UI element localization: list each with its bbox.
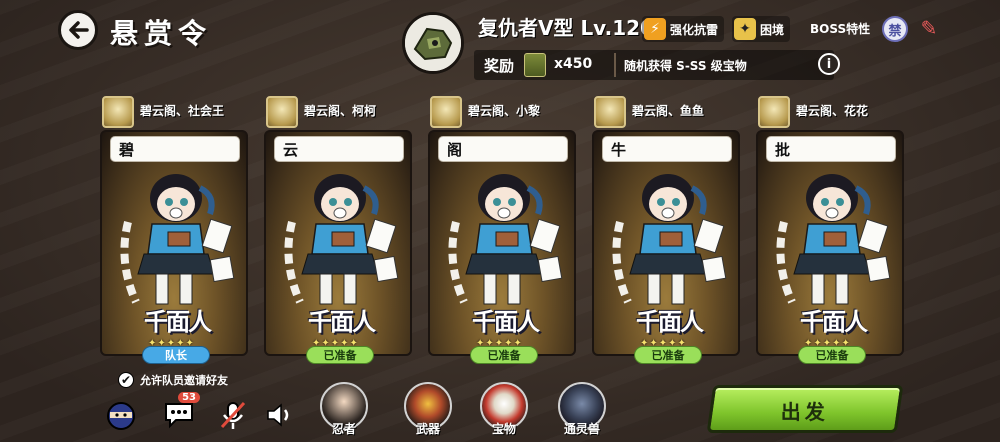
status-badge: 队长	[142, 346, 210, 364]
reward-row: 奖励 x450 随机获得 S-SS 级宝物 i	[474, 50, 840, 80]
card-name-row: 碧云阁、柯柯	[264, 94, 412, 128]
card-logo: 千面人	[308, 307, 376, 336]
boss-avatar-icon	[405, 15, 461, 71]
card-logo: 千面人	[800, 307, 868, 336]
speech-bubble: 云	[274, 136, 404, 162]
speaker-icon	[267, 403, 289, 427]
player-avatar[interactable]	[594, 96, 626, 128]
player-avatar[interactable]	[266, 96, 298, 128]
tool-label: 忍者	[331, 422, 356, 436]
card-name-row: 碧云阁、花花	[756, 94, 904, 128]
character-art	[612, 174, 727, 305]
team-card[interactable]: 碧云阁、鱼鱼 牛 千面人 ✦✦✦✦✦ 已准备	[592, 94, 742, 366]
team-cards: 碧云阁、社会王 碧 千面人 ✦✦✦✦✦ 队长 碧云阁、柯柯 云 千面人 ✦✦✦✦…	[100, 94, 920, 366]
speech-bubble: 批	[766, 136, 896, 162]
divider	[614, 53, 616, 77]
tool-slot-treasure[interactable]: 宝物	[476, 378, 532, 438]
team-card[interactable]: 碧云阁、柯柯 云 千面人 ✦✦✦✦✦ 已准备	[264, 94, 414, 366]
boss-name: 复仇者V型 Lv.120	[478, 16, 654, 40]
status-badge: 已准备	[470, 346, 538, 364]
page-title: 悬赏令	[110, 17, 213, 50]
mic-muted-icon	[220, 401, 246, 429]
lightning-icon: ⚡	[644, 18, 666, 40]
player-name: 碧云阁、柯柯	[304, 104, 377, 118]
team-card[interactable]: 碧云阁、小黎 阁 千面人 ✦✦✦✦✦ 已准备	[428, 94, 578, 366]
allow-invite-row[interactable]: ✔ 允许队员邀请好友	[118, 372, 228, 388]
tool-label: 宝物	[491, 422, 516, 436]
speech-bubble: 牛	[602, 136, 732, 162]
trait-label: 强化抗雷	[670, 22, 719, 37]
card-frame: 云 千面人 ✦✦✦✦✦	[264, 130, 412, 356]
reward-label: 奖励	[484, 57, 515, 75]
boss-panel: 复仇者V型 Lv.120 ⚡ 强化抗雷 ✦ 困境 BOSS特性 禁 ✎ 奖励 x…	[402, 8, 990, 80]
info-button[interactable]: i	[818, 53, 840, 75]
player-name: 碧云阁、花花	[796, 104, 869, 118]
back-button[interactable]	[58, 10, 98, 50]
go-button[interactable]: 出发	[706, 385, 904, 433]
boss-traits-label: BOSS特性	[810, 22, 871, 36]
ninja-head-icon	[107, 402, 135, 430]
tool-slot-weapon[interactable]: 武器	[400, 378, 456, 438]
tool-slot-ninja[interactable]: 忍者	[316, 378, 372, 438]
character-art	[776, 174, 891, 305]
tool-label: 武器	[415, 422, 440, 436]
mic-button[interactable]	[216, 398, 250, 432]
speech-bubble: 阁	[438, 136, 568, 162]
status-badge: 已准备	[634, 346, 702, 364]
reward-count: x450	[554, 56, 593, 72]
player-name: 碧云阁、小黎	[468, 104, 541, 118]
boss-portrait[interactable]	[402, 12, 464, 74]
character-art	[120, 174, 235, 305]
trait-lightning[interactable]: ⚡ 强化抗雷	[642, 16, 725, 42]
character-art	[284, 174, 399, 305]
speech-bubble: 碧	[110, 136, 240, 162]
card-logo: 千面人	[472, 307, 540, 336]
trapped-icon: ✦	[734, 18, 756, 40]
chat-button[interactable]: 53	[162, 392, 200, 432]
card-frame: 牛 千面人 ✦✦✦✦✦	[592, 130, 740, 356]
card-logo: 千面人	[636, 307, 704, 336]
reward-note: 随机获得 S-SS 级宝物	[624, 59, 747, 73]
card-name-row: 碧云阁、社会王	[100, 94, 248, 128]
go-label: 出发	[780, 400, 829, 424]
speaker-button[interactable]	[262, 398, 296, 432]
trait-trapped[interactable]: ✦ 困境	[732, 16, 791, 42]
player-name: 碧云阁、社会王	[140, 104, 225, 118]
tool-label: 通灵兽	[563, 422, 600, 436]
card-frame: 批 千面人 ✦✦✦✦✦	[756, 130, 904, 356]
reward-item-icon[interactable]	[524, 53, 546, 77]
card-frame: 阁 千面人 ✦✦✦✦✦	[428, 130, 576, 356]
character-art	[448, 174, 563, 305]
team-card[interactable]: 碧云阁、花花 批 千面人 ✦✦✦✦✦ 已准备	[756, 94, 906, 366]
player-name: 碧云阁、鱼鱼	[632, 104, 705, 118]
player-avatar[interactable]	[430, 96, 462, 128]
tool-slot-summon[interactable]: 通灵兽	[554, 378, 610, 438]
trait-label: 困境	[760, 22, 785, 37]
arrow-left-icon	[69, 21, 89, 39]
chat-icon	[165, 403, 193, 429]
card-frame: 碧 千面人 ✦✦✦✦✦	[100, 130, 248, 356]
status-badge: 已准备	[306, 346, 374, 364]
card-logo: 千面人	[144, 307, 212, 336]
player-avatar[interactable]	[102, 96, 134, 128]
check-icon[interactable]: ✔	[118, 372, 134, 388]
card-name-row: 碧云阁、鱼鱼	[592, 94, 740, 128]
status-badge: 已准备	[798, 346, 866, 364]
ninja-icon[interactable]	[104, 398, 138, 432]
chat-badge: 53	[178, 392, 200, 403]
player-avatar[interactable]	[758, 96, 790, 128]
top-bar: 悬赏令 复仇者V型 Lv.120 ⚡ 强化抗雷 ✦ 困境 BOSS特性 禁 ✎ …	[0, 0, 1000, 90]
team-card[interactable]: 碧云阁、社会王 碧 千面人 ✦✦✦✦✦ 队长	[100, 94, 250, 366]
seal-icon[interactable]: 禁	[882, 16, 908, 42]
feather-icon[interactable]: ✎	[915, 14, 943, 42]
allow-invite-label: 允许队员邀请好友	[140, 374, 228, 387]
card-name-row: 碧云阁、小黎	[428, 94, 576, 128]
